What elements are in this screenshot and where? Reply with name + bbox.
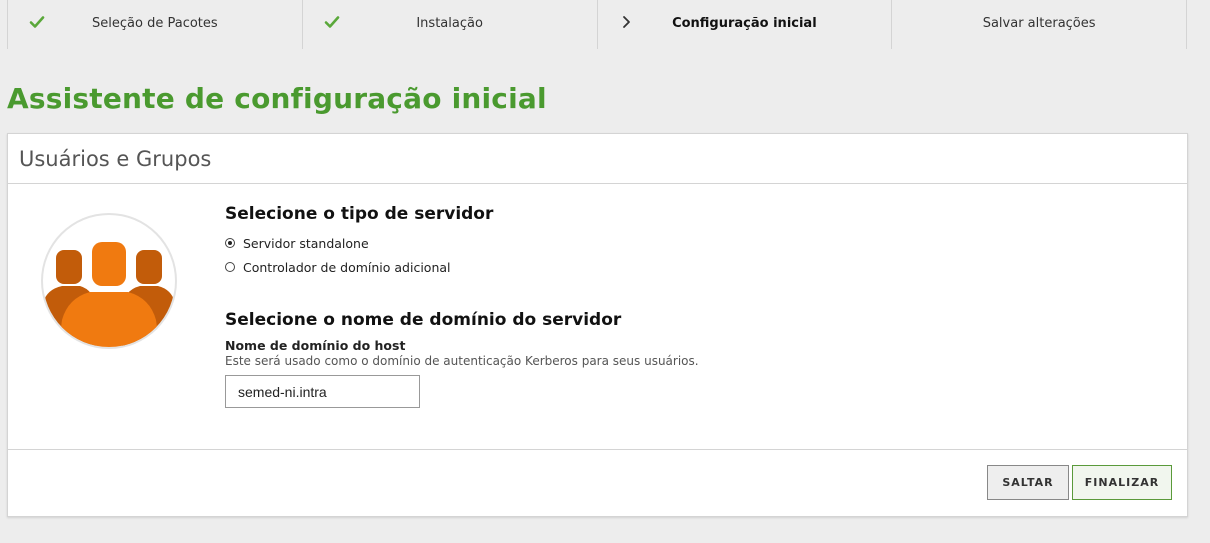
- users-groups-panel: Usuários e Grupos Selecione o tipo de se…: [7, 133, 1188, 517]
- domain-field-label: Nome de domínio do host: [225, 338, 406, 353]
- domain-heading: Selecione o nome de domínio do servidor: [225, 310, 622, 330]
- panel-footer: SALTAR FINALIZAR: [8, 449, 1187, 516]
- radio-label: Servidor standalone: [243, 235, 369, 251]
- domain-section: Selecione o nome de domínio do servidor …: [225, 310, 699, 408]
- domain-field-help: Este será usado como o domínio de autent…: [225, 354, 699, 368]
- step-label: Seleção de Pacotes: [92, 16, 218, 31]
- step-label: Configuração inicial: [672, 16, 817, 31]
- step-label: Salvar alterações: [982, 16, 1096, 31]
- radio-label: Controlador de domínio adicional: [243, 259, 451, 275]
- skip-button[interactable]: SALTAR: [987, 465, 1069, 500]
- panel-header: Usuários e Grupos: [8, 134, 1187, 184]
- step-installation: Instalação: [301, 0, 597, 49]
- radio-standalone[interactable]: Servidor standalone: [225, 232, 493, 254]
- server-type-section: Selecione o tipo de servidor Servidor st…: [225, 204, 493, 278]
- wizard-steps: Seleção de Pacotes Instalação Configuraç…: [7, 0, 1187, 49]
- radio-button[interactable]: [225, 238, 235, 248]
- step-save-changes: Salvar alterações: [891, 0, 1187, 49]
- users-group-icon: [41, 213, 177, 349]
- step-initial-configuration: Configuração inicial: [596, 0, 892, 49]
- host-domain-input[interactable]: semed-ni.intra: [225, 375, 420, 408]
- finish-button[interactable]: FINALIZAR: [1072, 465, 1172, 500]
- radio-additional-dc[interactable]: Controlador de domínio adicional: [225, 256, 493, 278]
- radio-button[interactable]: [225, 262, 235, 272]
- step-label: Instalação: [416, 16, 483, 31]
- page-title: Assistente de configuração inicial: [7, 82, 547, 115]
- host-domain-value: semed-ni.intra: [238, 383, 327, 400]
- step-package-selection: Seleção de Pacotes: [7, 0, 302, 49]
- server-type-heading: Selecione o tipo de servidor: [225, 204, 494, 224]
